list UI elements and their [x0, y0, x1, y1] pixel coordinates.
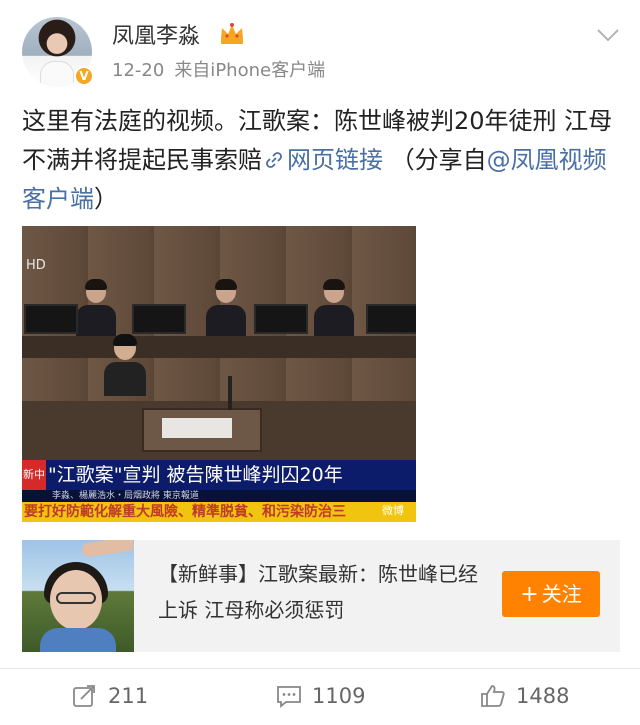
repost-count: 211: [108, 684, 149, 708]
clerk-figure: [104, 334, 146, 396]
bench-monitor: [254, 304, 308, 334]
plus-icon: +: [520, 582, 539, 607]
related-post-text[interactable]: 【新鲜事】江歌案最新：陈世峰已经上诉 江母称必须惩罚: [158, 556, 478, 628]
microphone: [228, 376, 232, 410]
link-icon: [266, 152, 282, 168]
repost-icon: [73, 685, 95, 707]
thumbs-up-icon: [481, 685, 505, 707]
comment-icon: [277, 686, 301, 708]
judge-figure: [314, 279, 354, 337]
post-header: V 凤凰李淼 12-20 来自iPhone客户端: [0, 0, 640, 95]
share-suffix: ）: [94, 185, 118, 213]
post-meta: 12-20 来自iPhone客户端: [112, 60, 325, 82]
web-link[interactable]: 网页链接: [287, 146, 383, 174]
username[interactable]: 凤凰李淼: [112, 24, 200, 50]
follow-label: 关注: [541, 582, 582, 606]
judges-bench: [22, 336, 416, 358]
news-ticker: 要打好防範化解重大風險、精準脱貧、和污染防治三: [22, 502, 416, 522]
verified-badge-icon: V: [74, 66, 94, 86]
news-subline: 李淼、楊麗浩水・局烟政將 東京報道: [22, 490, 416, 502]
witness-stand: [142, 408, 262, 452]
bench-monitor: [24, 304, 78, 334]
judge-figure: [76, 279, 116, 337]
hd-label: HD: [26, 258, 46, 273]
headline-text: "江歌案"宣判 被告陳世峰判囚20年: [48, 464, 343, 486]
video-player[interactable]: HD 新中 "江歌案"宣判 被告陳世峰判囚20年 李淼、楊麗浩水・局烟政將 東京…: [22, 226, 416, 522]
judge-figure: [206, 279, 246, 337]
action-bar: 211 1109 1488: [0, 668, 640, 725]
bench-monitor: [132, 304, 186, 334]
post-text: 这里有法庭的视频。江歌案：陈世峰被判20年徒刑 江母不满并将提起民事索赔 网页链…: [22, 102, 622, 219]
news-headline: 新中 "江歌案"宣判 被告陳世峰判囚20年: [22, 460, 416, 490]
related-post-card[interactable]: 【新鲜事】江歌案最新：陈世峰已经上诉 江母称必须惩罚 + 关注: [22, 540, 620, 652]
bench-monitor: [366, 304, 416, 334]
watermark: 微博: [382, 504, 404, 517]
chevron-down-icon[interactable]: [596, 26, 620, 44]
share-prefix: （分享自: [390, 146, 487, 174]
crown-icon: [221, 23, 243, 44]
avatar-body: [40, 61, 74, 87]
related-thumbnail[interactable]: [22, 540, 134, 652]
channel-logo: 新中: [22, 460, 46, 490]
like-count: 1488: [516, 684, 570, 708]
follow-button[interactable]: + 关注: [502, 571, 600, 617]
post-source: 来自iPhone客户端: [174, 60, 326, 81]
post-time: 12-20: [112, 60, 165, 81]
comment-count: 1109: [312, 684, 366, 708]
